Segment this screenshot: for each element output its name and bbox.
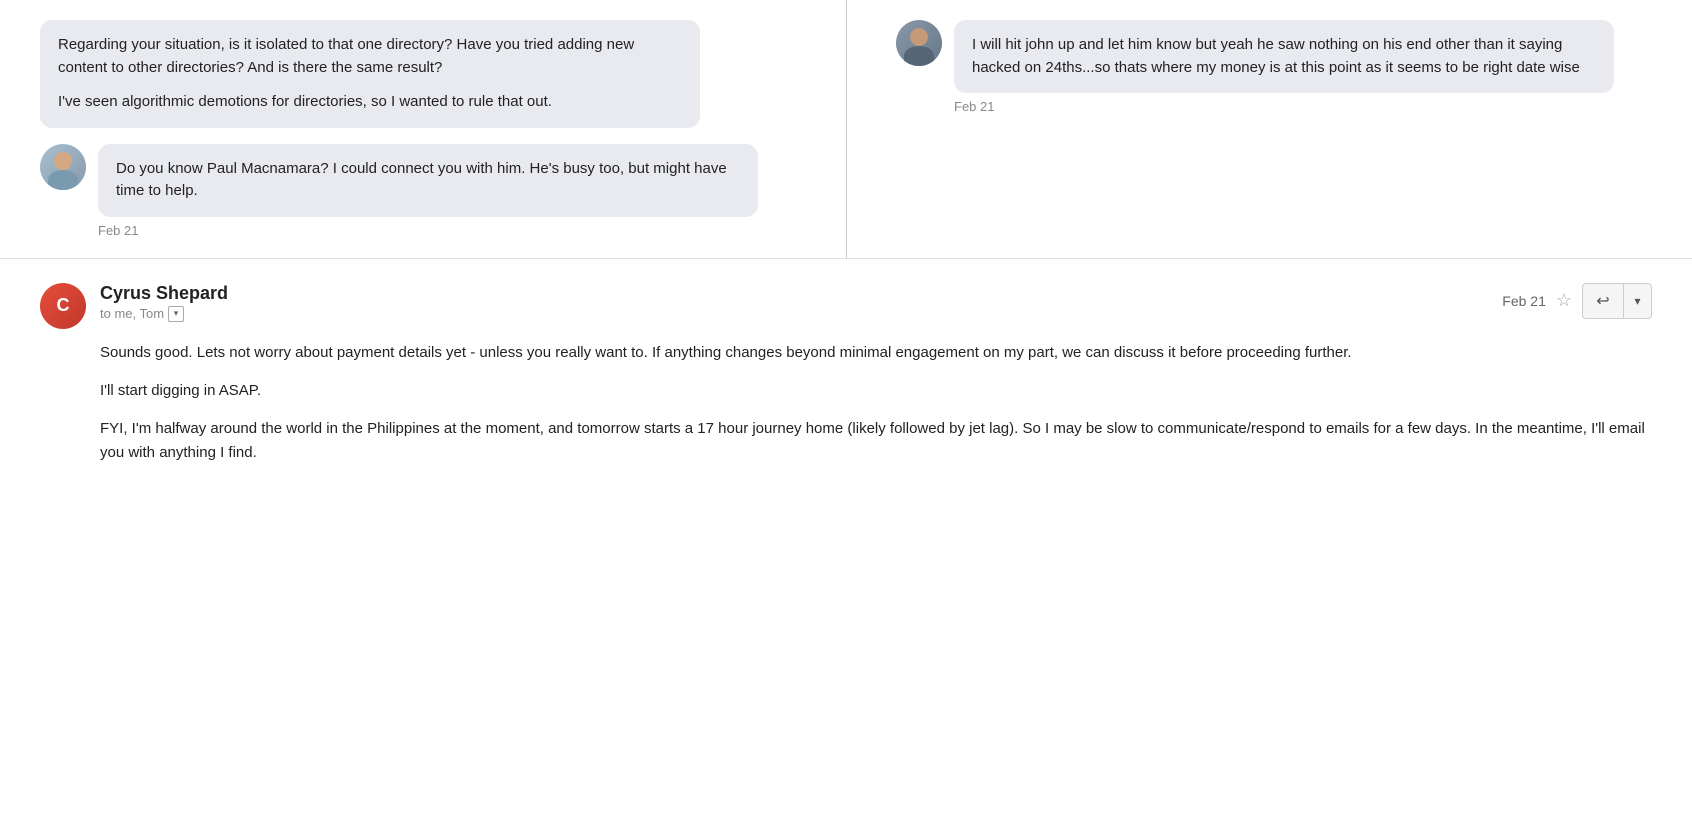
vertical-divider: [846, 0, 847, 258]
avatar-face: [54, 152, 72, 170]
bubble-container-left: Do you know Paul Macnamara? I could conn…: [98, 144, 758, 238]
timestamp-left: Feb 21: [98, 223, 758, 238]
recipients-dropdown[interactable]: ▾: [168, 306, 184, 322]
email-header: C Cyrus Shepard to me, Tom ▾ Feb 21 ☆ ↩ …: [40, 283, 1652, 329]
email-sender-info: Cyrus Shepard to me, Tom ▾: [100, 283, 1488, 322]
email-body: Sounds good. Lets not worry about paymen…: [100, 341, 1652, 465]
avatar-initial: C: [57, 295, 70, 316]
email-date: Feb 21: [1502, 293, 1546, 309]
timestamp-right: Feb 21: [954, 99, 1614, 114]
message-bubble-2: Do you know Paul Macnamara? I could conn…: [98, 144, 758, 217]
star-icon[interactable]: ☆: [1556, 290, 1572, 311]
email-avatar-inner: C: [40, 283, 86, 329]
message-text-1a: Regarding your situation, is it isolated…: [58, 34, 682, 79]
message-text-1b: I've seen algorithmic demotions for dire…: [58, 91, 682, 114]
conversation-area: Regarding your situation, is it isolated…: [0, 0, 1692, 259]
message-text-2a: Do you know Paul Macnamara? I could conn…: [116, 158, 740, 203]
bubble-container-right: I will hit john up and let him know but …: [954, 20, 1614, 114]
reply-button[interactable]: ↩: [1582, 283, 1624, 319]
more-icon: ▾: [1634, 294, 1640, 308]
action-buttons: ↩ ▾: [1582, 283, 1652, 319]
avatar-left: [40, 144, 86, 190]
recipients-label: to me, Tom: [100, 306, 164, 321]
message-bubble-1: Regarding your situation, is it isolated…: [40, 20, 700, 128]
right-column: I will hit john up and let him know but …: [836, 20, 1652, 238]
email-section: C Cyrus Shepard to me, Tom ▾ Feb 21 ☆ ↩ …: [0, 259, 1692, 485]
message-text-3a: I will hit john up and let him know but …: [972, 34, 1596, 79]
email-body-paragraph-2: I'll start digging in ASAP.: [100, 379, 1652, 403]
email-body-paragraph-3: FYI, I'm halfway around the world in the…: [100, 417, 1652, 465]
message-with-avatar-right: I will hit john up and let him know but …: [896, 20, 1652, 114]
left-column: Regarding your situation, is it isolated…: [40, 20, 836, 238]
message-bubble-3: I will hit john up and let him know but …: [954, 20, 1614, 93]
standalone-bubble-group: Regarding your situation, is it isolated…: [40, 20, 796, 128]
more-button[interactable]: ▾: [1624, 283, 1652, 319]
email-meta-right: Feb 21 ☆ ↩ ▾: [1502, 283, 1652, 319]
message-with-avatar-left: Do you know Paul Macnamara? I could conn…: [40, 144, 796, 238]
avatar-face-right: [910, 28, 928, 46]
email-body-paragraph-1: Sounds good. Lets not worry about paymen…: [100, 341, 1652, 365]
reply-icon: ↩: [1596, 291, 1609, 311]
email-sender-name: Cyrus Shepard: [100, 283, 1488, 304]
email-avatar: C: [40, 283, 86, 329]
avatar-right: [896, 20, 942, 66]
email-recipients: to me, Tom ▾: [100, 306, 1488, 322]
